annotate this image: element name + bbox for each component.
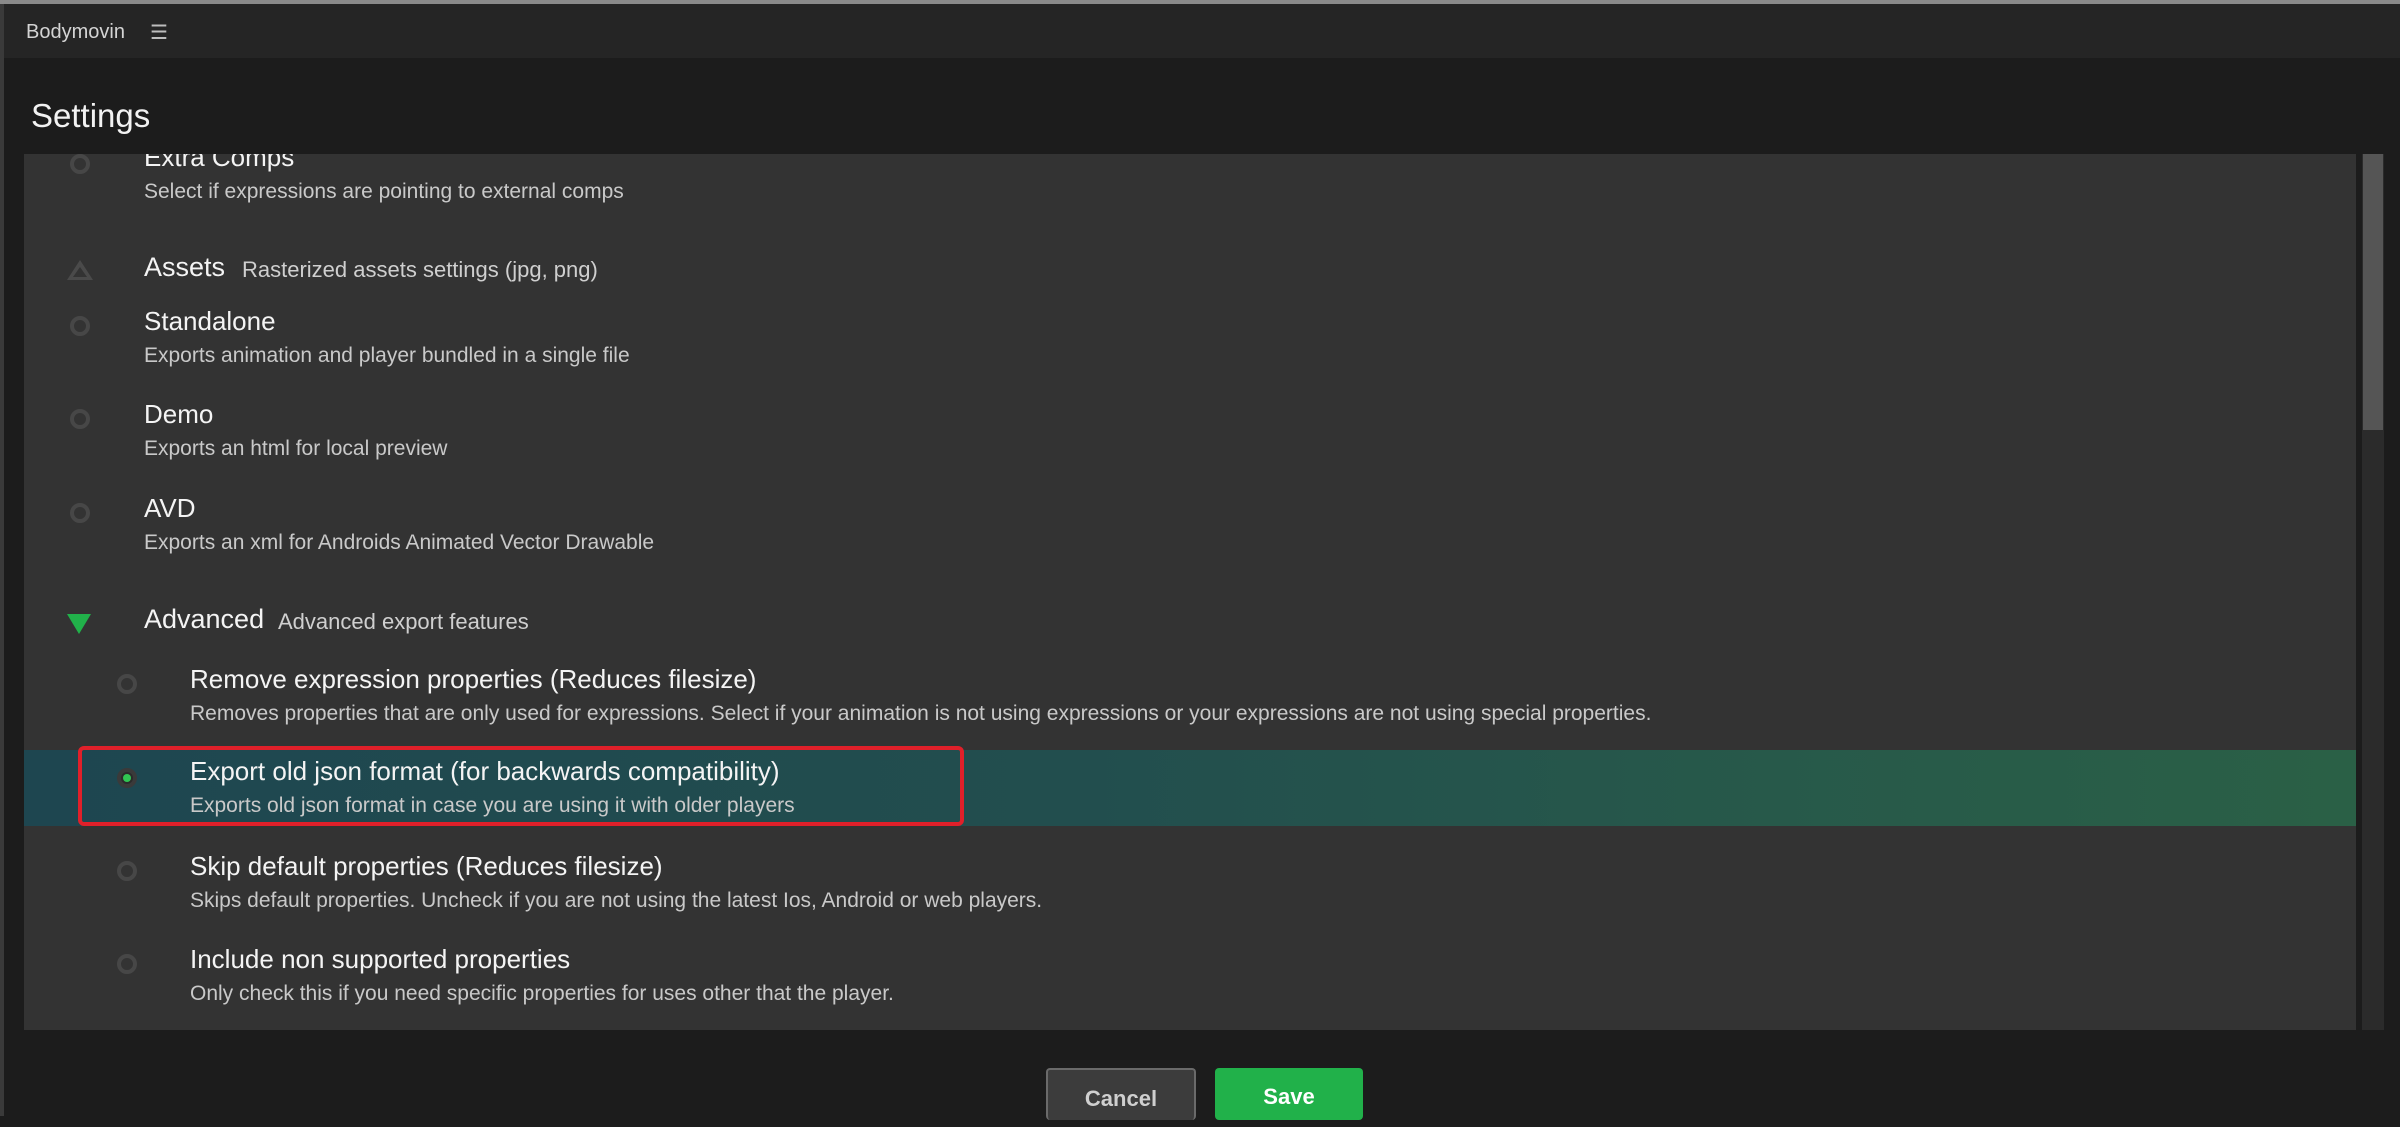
setting-row-avd[interactable]: AVD Exports an xml for Androids Animated… xyxy=(24,491,2356,567)
setting-title: AVD xyxy=(144,493,196,523)
setting-description: Exports an html for local preview xyxy=(144,437,448,460)
setting-row-extra-comps[interactable]: Extra Comps Select if expressions are po… xyxy=(24,154,2356,220)
cancel-button[interactable]: Cancel xyxy=(1046,1068,1196,1120)
setting-title: Demo xyxy=(144,399,214,429)
vertical-scrollbar[interactable] xyxy=(2362,154,2384,1030)
section-header-assets[interactable]: Assets Rasterized assets settings (jpg, … xyxy=(24,246,2356,294)
save-button[interactable]: Save xyxy=(1215,1068,1363,1120)
settings-panel: Extra Comps Select if expressions are po… xyxy=(24,154,2356,1030)
setting-row-demo[interactable]: Demo Exports an html for local preview xyxy=(24,397,2356,473)
radio-button[interactable] xyxy=(117,861,137,881)
app-name: Bodymovin xyxy=(26,21,125,43)
setting-description: Removes properties that are only used fo… xyxy=(190,702,1652,725)
setting-description: Exports an xml for Androids Animated Vec… xyxy=(144,531,655,554)
section-header-advanced[interactable]: Advanced Advanced export features xyxy=(24,598,2356,646)
hamburger-menu-icon[interactable]: ☰ xyxy=(150,20,168,45)
setting-title: Include non supported properties xyxy=(190,944,571,974)
section-subtitle: Advanced export features xyxy=(278,609,529,634)
setting-title: Extra Comps xyxy=(144,154,295,172)
setting-description: Exports animation and player bundled in … xyxy=(144,344,630,367)
setting-description: Select if expressions are pointing to ex… xyxy=(144,180,624,203)
setting-title: Remove expression properties (Reduces fi… xyxy=(190,664,757,694)
scrollbar-thumb[interactable] xyxy=(2363,154,2383,430)
setting-row-standalone[interactable]: Standalone Exports animation and player … xyxy=(24,304,2356,380)
radio-button[interactable] xyxy=(70,316,90,336)
window-left-edge xyxy=(0,4,4,1116)
radio-button[interactable] xyxy=(117,674,137,694)
radio-button[interactable] xyxy=(70,154,90,174)
section-title: Advanced xyxy=(144,604,265,634)
section-title: Assets xyxy=(144,252,226,282)
setting-title: Skip default properties (Reduces filesiz… xyxy=(190,851,663,881)
setting-description: Only check this if you need specific pro… xyxy=(190,982,894,1005)
expanded-triangle-icon[interactable] xyxy=(67,614,91,634)
radio-button[interactable] xyxy=(70,503,90,523)
page-title: Settings xyxy=(31,97,151,134)
setting-row-remove-expressions[interactable]: Remove expression properties (Reduces fi… xyxy=(24,660,2356,736)
highlight-outline xyxy=(78,746,964,826)
section-subtitle: Rasterized assets settings (jpg, png) xyxy=(242,257,598,282)
collapsed-triangle-icon[interactable] xyxy=(67,260,93,280)
setting-title: Standalone xyxy=(144,306,276,336)
radio-button[interactable] xyxy=(70,409,90,429)
title-bar: Bodymovin ☰ xyxy=(4,4,2400,58)
setting-row-skip-defaults[interactable]: Skip default properties (Reduces filesiz… xyxy=(24,847,2356,923)
setting-row-include-unsupported[interactable]: Include non supported properties Only ch… xyxy=(24,940,2356,1016)
radio-button[interactable] xyxy=(117,954,137,974)
setting-description: Skips default properties. Uncheck if you… xyxy=(190,889,1043,912)
